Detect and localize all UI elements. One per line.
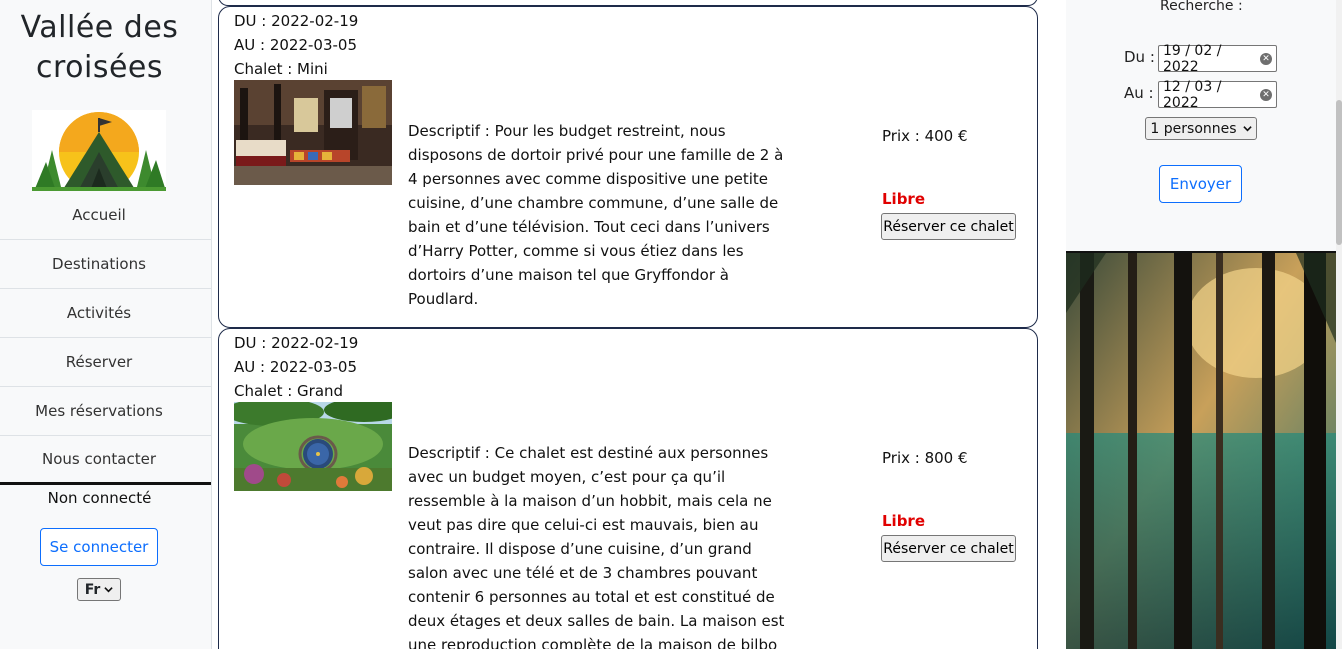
date-from-label: Du : <box>1124 48 1155 66</box>
clear-icon[interactable]: ✕ <box>1260 52 1272 65</box>
nav-item-nous-contacter[interactable]: Nous contacter <box>0 436 211 485</box>
availability-status: Libre <box>882 190 926 208</box>
chalet-price: Prix : 400 € <box>882 127 968 145</box>
book-chalet-button[interactable]: Réserver ce chalet <box>881 213 1016 240</box>
chalet-type: Chalet : Grand <box>234 382 344 400</box>
chevron-down-icon <box>104 587 113 593</box>
chalet-card: DU : 2022-02-19 AU : 2022-03-05 Chalet :… <box>218 328 1038 649</box>
search-panel: Recherche : Du : 19 / 02 / 2022 ✕ Au : 1… <box>1066 0 1336 251</box>
chalet-photo-dormitory <box>234 80 392 185</box>
chevron-down-icon <box>1242 126 1252 132</box>
scrollbar-thumb[interactable] <box>1336 100 1342 245</box>
login-status: Non connecté <box>47 489 152 507</box>
chalet-photo-hobbit-house <box>234 402 392 491</box>
camping-tent-logo[interactable] <box>32 110 166 191</box>
language-value: Fr <box>84 581 101 598</box>
language-select[interactable]: Fr <box>77 578 121 601</box>
chalet-card: DU : 2022-02-19 AU : 2022-03-05 Chalet :… <box>218 6 1038 328</box>
chalet-description: Descriptif : Pour les budget restreint, … <box>408 122 784 308</box>
end-date: AU : 2022-03-05 <box>234 358 358 376</box>
persons-value: 1 personnes <box>1150 120 1237 137</box>
end-date: AU : 2022-03-05 <box>234 36 358 54</box>
book-chalet-button[interactable]: Réserver ce chalet <box>881 535 1016 562</box>
date-to-label: Au : <box>1124 84 1154 102</box>
site-title: Vallée des croisées <box>20 10 179 85</box>
main-nav: Accueil Destinations Activités Réserver … <box>0 191 211 485</box>
clear-icon[interactable]: ✕ <box>1260 88 1272 101</box>
start-date: DU : 2022-02-19 <box>234 12 359 30</box>
forest-image <box>1066 251 1336 649</box>
chalet-type: Chalet : Mini <box>234 60 328 78</box>
start-date: DU : 2022-02-19 <box>234 334 359 352</box>
nav-item-reserver[interactable]: Réserver <box>0 338 211 387</box>
chalet-description: Descriptif : Ce chalet est destiné aux p… <box>408 444 785 649</box>
sidebar: Vallée des croisées Accueil Destinations… <box>0 0 212 649</box>
date-from-value: 19 / 02 / 2022 <box>1163 42 1222 75</box>
nav-item-mes-reservations[interactable]: Mes réservations <box>0 387 211 436</box>
date-from-input[interactable]: 19 / 02 / 2022 ✕ <box>1158 42 1277 75</box>
date-to-value: 12 / 03 / 2022 <box>1163 78 1222 111</box>
login-button[interactable]: Se connecter <box>40 528 158 566</box>
persons-select[interactable]: 1 personnes <box>1145 117 1257 140</box>
search-title: Recherche : <box>1160 0 1243 14</box>
nav-item-accueil[interactable]: Accueil <box>0 191 211 240</box>
nav-item-activites[interactable]: Activités <box>0 289 211 338</box>
date-to-input[interactable]: 12 / 03 / 2022 ✕ <box>1158 78 1277 111</box>
search-submit-button[interactable]: Envoyer <box>1159 165 1242 203</box>
page-scrollbar[interactable] <box>1336 0 1342 649</box>
availability-status: Libre <box>882 512 926 530</box>
chalet-price: Prix : 800 € <box>882 449 968 467</box>
nav-item-destinations[interactable]: Destinations <box>0 240 211 289</box>
